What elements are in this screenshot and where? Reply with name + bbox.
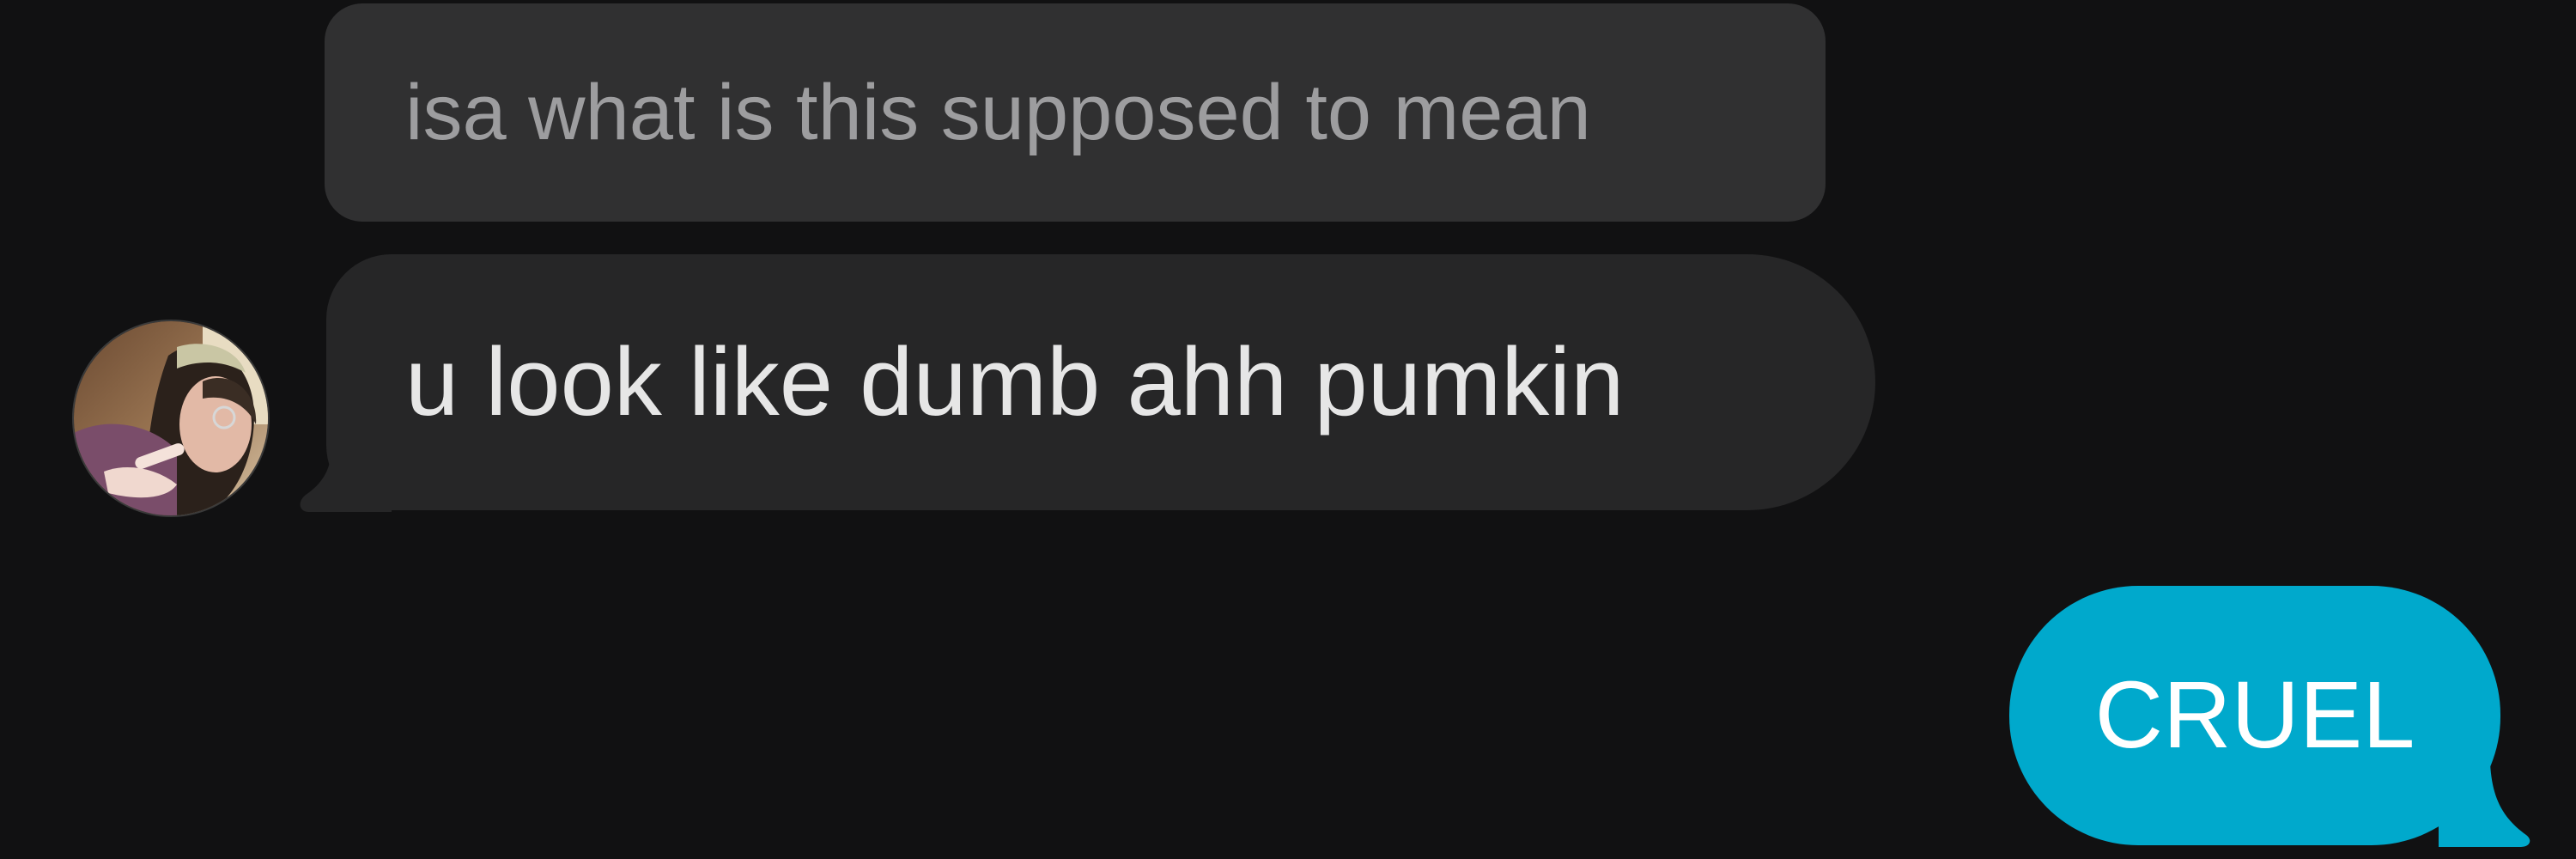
chat-thread: isa what is this supposed to mean u look… bbox=[0, 0, 2576, 859]
replied-message-preview[interactable]: isa what is this supposed to mean bbox=[325, 3, 1826, 222]
outgoing-message-bubble[interactable]: CRUEL bbox=[2009, 586, 2500, 845]
incoming-message-bubble[interactable]: u look like dumb ahh pumkin bbox=[326, 254, 1875, 510]
incoming-message-text: u look like dumb ahh pumkin bbox=[405, 328, 1625, 436]
sender-avatar[interactable] bbox=[72, 320, 270, 517]
user-avatar-icon bbox=[74, 321, 268, 515]
replied-message-text: isa what is this supposed to mean bbox=[405, 69, 1591, 156]
outgoing-message-text: CRUEL bbox=[2094, 662, 2415, 768]
